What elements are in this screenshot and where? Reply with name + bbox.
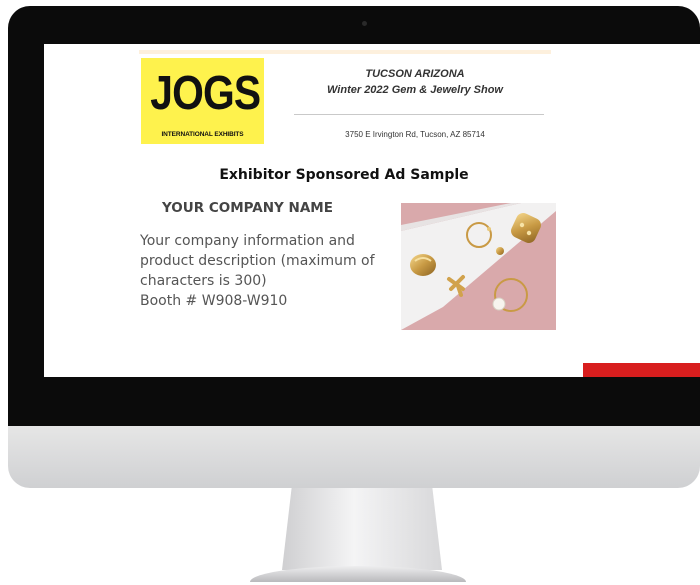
booth-number: Booth # W908-W910 (140, 293, 288, 309)
company-name: YOUR COMPANY NAME (162, 200, 333, 216)
jewelry-photo-art (401, 203, 556, 330)
header-divider (294, 114, 544, 115)
monitor-stand (282, 488, 442, 570)
monitor-screen: JOGS INTERNATIONAL EXHIBITS TUCSON ARIZO… (44, 44, 700, 377)
red-accent-bar (583, 363, 700, 377)
show-address: 3750 E Irvington Rd, Tucson, AZ 85714 (345, 130, 485, 139)
logo-wordmark: JOGS (150, 67, 261, 120)
jogs-logo: JOGS INTERNATIONAL EXHIBITS (141, 58, 264, 144)
jewelry-photo (401, 203, 556, 330)
show-name: Winter 2022 Gem & Jewelry Show (327, 84, 503, 96)
monitor-chin (8, 426, 700, 488)
ad-title: Exhibitor Sponsored Ad Sample (219, 167, 469, 183)
logo-tagline: INTERNATIONAL EXHIBITS (161, 131, 244, 138)
monitor-bezel: JOGS INTERNATIONAL EXHIBITS TUCSON ARIZO… (8, 6, 700, 426)
header-strip (139, 50, 551, 54)
company-description: Your company information and product des… (140, 233, 375, 289)
gold-earring-icon (496, 247, 504, 255)
show-city: TUCSON ARIZONA (365, 68, 465, 80)
camera-dot (362, 21, 367, 26)
company-description-block: Your company information and product des… (140, 231, 380, 311)
